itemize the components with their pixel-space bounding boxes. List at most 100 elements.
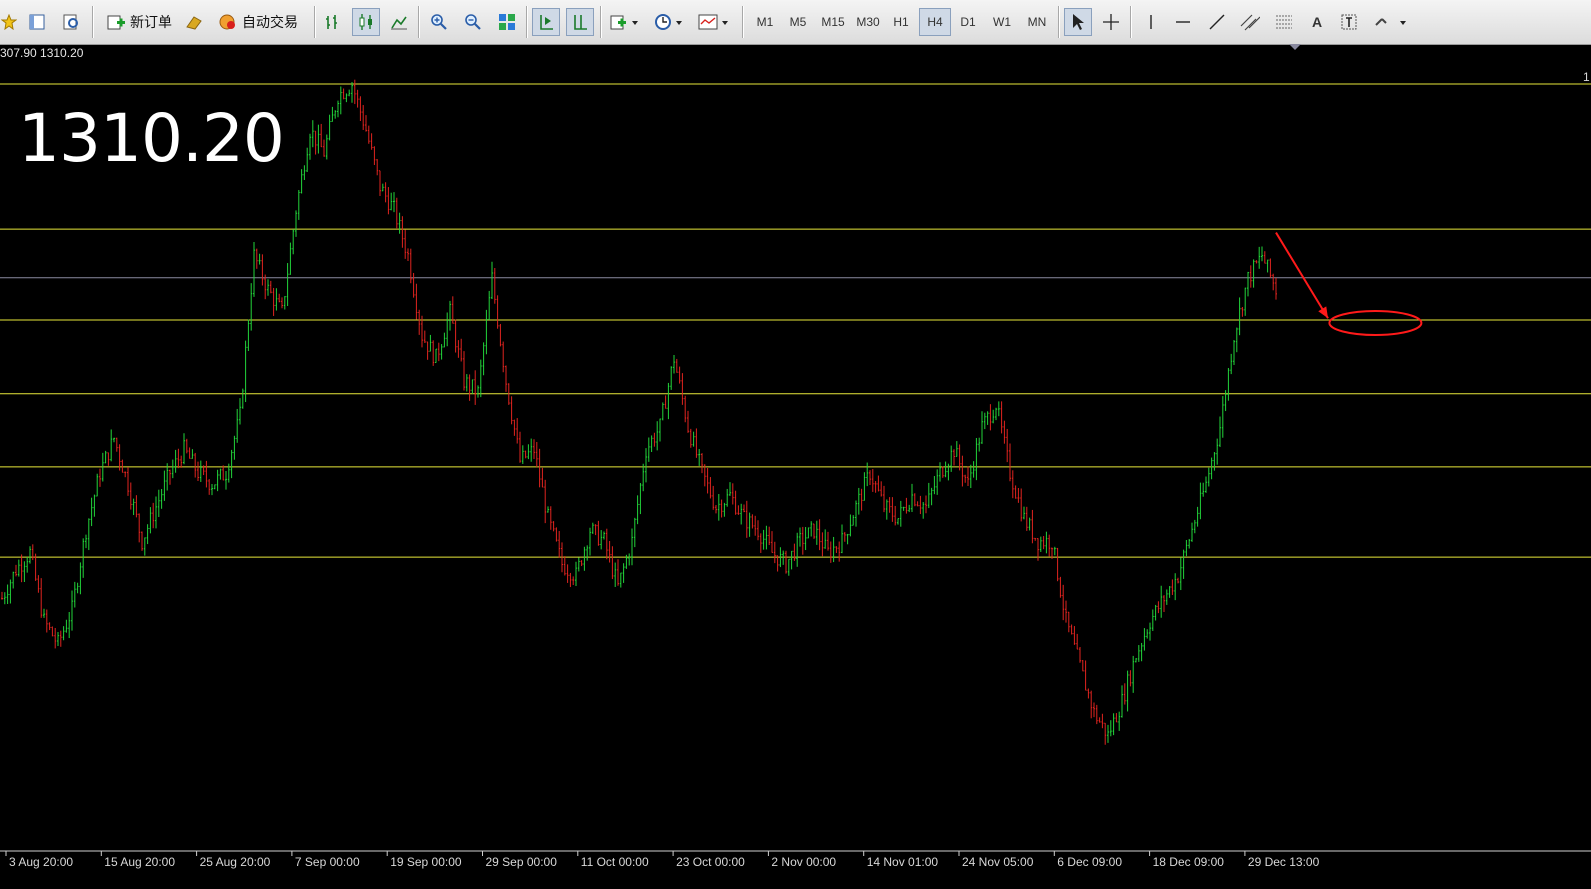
bear-candle: [552, 521, 555, 532]
chart-shift-marker[interactable]: [1289, 44, 1301, 50]
bull-candle: [698, 449, 701, 466]
bull-candle: [661, 402, 664, 421]
vertical-line-icon[interactable]: [1138, 8, 1164, 36]
bear-candle: [572, 576, 575, 586]
timeframe-m5[interactable]: M5: [783, 8, 813, 36]
bull-candle: [488, 290, 491, 320]
templates-icon[interactable]: [694, 8, 734, 36]
bear-candle: [888, 497, 891, 513]
timeframe-m1[interactable]: M1: [750, 8, 780, 36]
bull-candle: [1238, 297, 1241, 336]
new-order-icon: [107, 15, 125, 30]
bull-candle: [1182, 549, 1185, 579]
bear-candle: [580, 560, 583, 567]
timeframe-h1[interactable]: H1: [886, 8, 916, 36]
new-order-button[interactable]: 新订单: [100, 8, 178, 36]
bear-candle: [48, 622, 51, 631]
market-watch-icon[interactable]: [24, 8, 50, 36]
bull-candle: [1146, 629, 1149, 639]
bear-candle: [415, 283, 418, 320]
bear-candle: [919, 495, 922, 515]
annotation-arrow[interactable]: [1275, 232, 1329, 319]
bear-candle: [426, 341, 429, 360]
bull-candle: [866, 462, 869, 487]
cursor-icon[interactable]: [1064, 8, 1092, 36]
bull-candle: [1191, 522, 1193, 542]
bull-candle: [393, 192, 395, 213]
timeframe-m15[interactable]: M15: [816, 8, 850, 36]
bull-candle: [303, 165, 306, 181]
bear-candle: [715, 505, 717, 514]
bull-candle: [1193, 519, 1196, 534]
tile-windows-icon[interactable]: [494, 8, 520, 36]
bear-candle: [709, 477, 712, 499]
bear-candle: [675, 358, 678, 373]
bear-candle: [169, 469, 171, 485]
annotation-ellipse[interactable]: [1328, 310, 1423, 336]
bear-candle: [838, 541, 841, 562]
bull-candle: [160, 488, 163, 509]
bull-candle: [530, 438, 533, 462]
bear-candle: [843, 531, 846, 542]
bull-candle: [810, 521, 813, 537]
bear-candle: [502, 341, 505, 373]
horizontal-line-icon[interactable]: [1170, 8, 1196, 36]
bear-candle: [418, 309, 421, 335]
bear-candle: [706, 467, 709, 494]
crosshair-icon[interactable]: [1098, 8, 1124, 36]
timeframe-w1[interactable]: W1: [987, 8, 1017, 36]
time-tick-label: 14 Nov 01:00: [867, 855, 939, 869]
bear-candle: [1067, 611, 1070, 633]
bull-candle: [986, 411, 989, 425]
navigator-icon[interactable]: [58, 8, 84, 36]
bull-candle: [1233, 339, 1235, 365]
bull-candle: [1188, 538, 1191, 549]
candlestick-chart-icon[interactable]: [352, 8, 380, 36]
bull-candle: [636, 495, 639, 525]
toolbar-separator: [742, 6, 744, 38]
bar-chart-icon[interactable]: [320, 8, 346, 36]
bull-candle: [1252, 259, 1255, 288]
timeframe-d1[interactable]: D1: [953, 8, 983, 36]
auto-scroll-icon[interactable]: [532, 8, 560, 36]
text-tool-icon[interactable]: A: [1304, 8, 1330, 36]
bull-candle: [443, 332, 446, 348]
bull-candle: [76, 582, 79, 594]
bear-candle: [1157, 601, 1160, 614]
bear-candle: [597, 520, 600, 546]
auto-trading-button[interactable]: 自动交易: [212, 8, 304, 36]
equidistant-channel-icon[interactable]: [1236, 8, 1264, 36]
bull-candle: [824, 529, 827, 549]
bear-candle: [916, 501, 919, 507]
line-chart-icon[interactable]: [386, 8, 412, 36]
timeframe-h4[interactable]: H4: [919, 8, 951, 36]
text-label-icon[interactable]: [1336, 8, 1362, 36]
arrows-icon[interactable]: [1370, 8, 1412, 36]
bear-candle: [404, 229, 407, 259]
timeframe-mn[interactable]: MN: [1021, 8, 1053, 36]
fibonacci-icon[interactable]: [1270, 8, 1298, 36]
bear-candle: [1025, 506, 1028, 531]
indicators-icon[interactable]: [606, 8, 644, 36]
bull-candle: [29, 546, 31, 564]
bear-candle: [1098, 717, 1101, 723]
bear-candle: [362, 105, 365, 130]
bull-candle: [583, 546, 586, 571]
bull-candle: [628, 553, 631, 566]
chart-shift-icon[interactable]: [566, 8, 594, 36]
bull-candle: [26, 556, 29, 573]
bear-candle: [1070, 624, 1073, 635]
favorites-icon[interactable]: [0, 8, 18, 36]
zoom-out-icon[interactable]: [460, 8, 486, 36]
bear-candle: [1079, 647, 1081, 663]
bear-candle: [395, 197, 398, 229]
timeframe-m30[interactable]: M30: [851, 8, 885, 36]
bull-candle: [591, 522, 594, 535]
periods-icon[interactable]: [650, 8, 688, 36]
expert-advisor-icon[interactable]: [182, 8, 206, 36]
bull-candle: [225, 471, 227, 490]
bear-candle: [891, 497, 894, 522]
trendline-icon[interactable]: [1204, 8, 1230, 36]
bull-candle: [1207, 467, 1210, 487]
zoom-in-icon[interactable]: [426, 8, 452, 36]
